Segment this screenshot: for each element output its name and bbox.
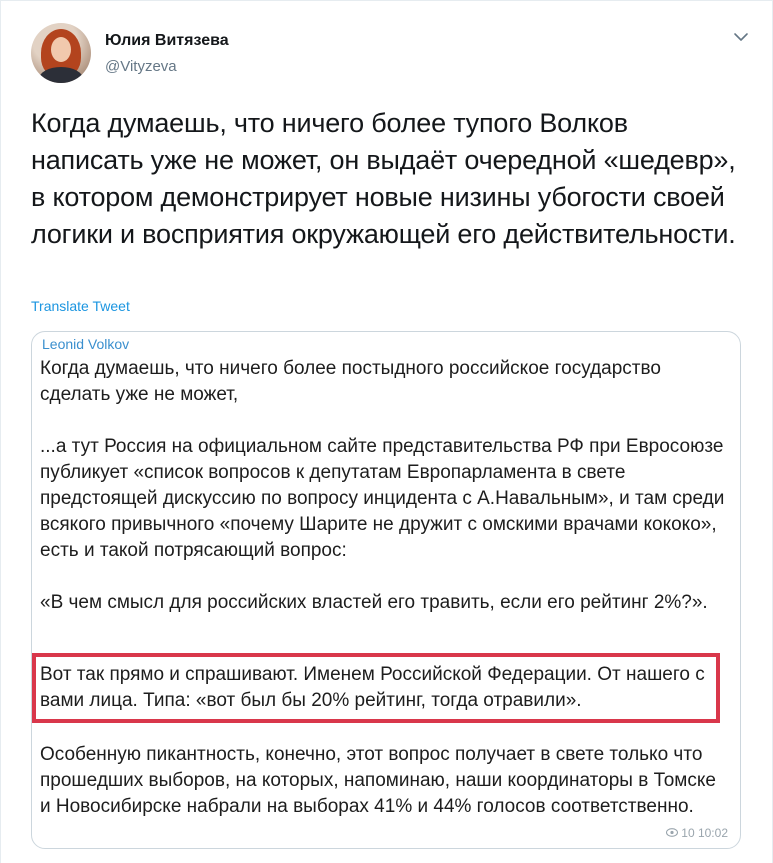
quote-paragraph: «В чем смысл для российских властей его … [40, 592, 708, 613]
translate-tweet-link[interactable]: Translate Tweet [31, 298, 130, 314]
author-name[interactable]: Юлия Витязева [105, 32, 229, 50]
quote-paragraph: Особенную пикантность, конечно, этот воп… [40, 744, 716, 817]
quote-paragraph-highlighted: Вот так прямо и спрашивают. Именем Росси… [40, 664, 705, 711]
quote-author: Leonid Volkov [42, 336, 130, 352]
quote-paragraph: ...а тут Россия на официальном сайте пре… [40, 436, 725, 561]
views-time-label: 10 10:02 [681, 826, 728, 840]
author-handle[interactable]: @Vityzeva [105, 58, 177, 75]
quoted-image[interactable]: Leonid Volkov Когда думаешь, что ничего … [31, 331, 741, 849]
tweet-text: Когда думаешь, что ничего более тупого В… [31, 108, 736, 249]
chevron-down-icon[interactable] [731, 27, 751, 47]
avatar-face [51, 37, 71, 62]
avatar[interactable] [31, 23, 91, 83]
eye-icon [666, 828, 679, 840]
tweet-header: Юлия Витязева @Vityzeva [31, 23, 751, 87]
views-time: 10 10:02 [666, 826, 728, 840]
tweet-card: Юлия Витязева @Vityzeva Когда думаешь, ч… [0, 0, 773, 863]
quote-paragraph: Когда думаешь, что ничего более постыдно… [40, 358, 661, 405]
